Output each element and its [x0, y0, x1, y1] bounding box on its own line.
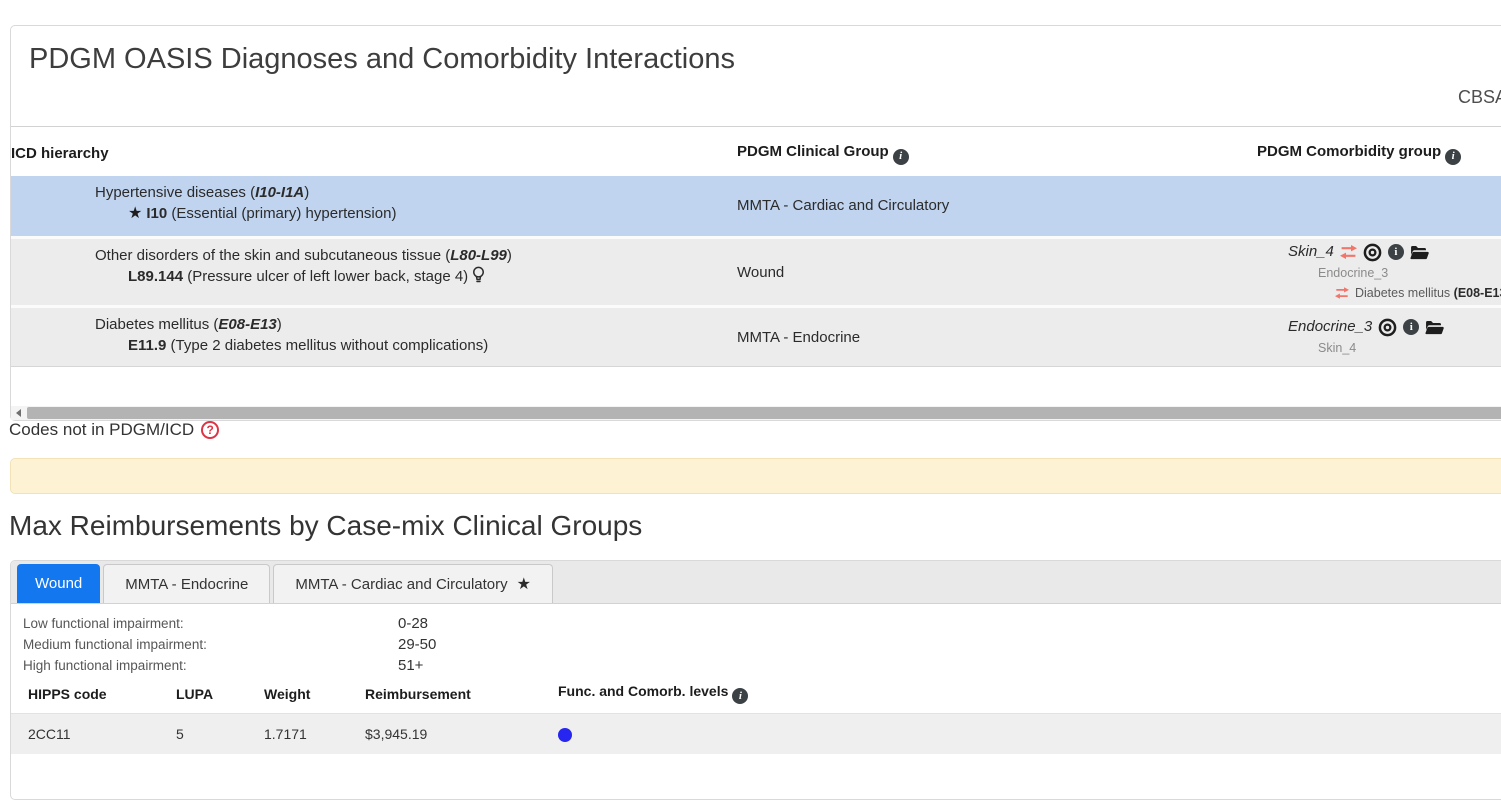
comorbidity-cell: Endocrine_3 i Skin_4	[1257, 307, 1501, 367]
tab-mmta-endocrine[interactable]: MMTA - Endocrine	[103, 564, 270, 603]
icd-range-code: E08-E13	[218, 316, 276, 333]
diagnosis-row-hypertension[interactable]: Hypertensive diseases (I10-I1A) ★I10 (Es…	[11, 176, 1501, 238]
comorbidity-cell: Skin_4 i Endocrine_3 Diabetes mellitus (…	[1257, 238, 1501, 307]
question-circle-icon[interactable]: ?	[201, 421, 219, 439]
icd-code-line: ★I10 (Essential (primary) hypertension)	[11, 203, 737, 224]
column-header-weight: Weight	[264, 673, 365, 714]
reimbursement-cell: $3,945.19	[365, 714, 558, 754]
column-header-comorbidity-group: PDGM Comorbidity groupi	[1257, 127, 1501, 176]
levels-cell	[558, 714, 1501, 754]
icd-description: (Type 2 diabetes mellitus without compli…	[166, 337, 488, 354]
reimbursement-table: HIPPS code LUPA Weight Reimbursement Fun…	[11, 673, 1501, 754]
scrollbar-thumb[interactable]	[27, 407, 1501, 419]
info-icon[interactable]: i	[1445, 149, 1461, 165]
icd-range-code: I10-I1A	[255, 184, 304, 201]
reimbursements-title: Max Reimbursements by Case-mix Clinical …	[9, 510, 642, 542]
scroll-left-arrow-icon	[16, 409, 21, 417]
info-icon[interactable]: i	[732, 688, 748, 704]
hipps-code-cell: 2CC11	[11, 714, 176, 754]
info-icon[interactable]: i	[1388, 244, 1404, 260]
scroll-left-button[interactable]	[11, 406, 26, 420]
diagnoses-card: PDGM OASIS Diagnoses and Comorbidity Int…	[10, 25, 1501, 421]
icd-code: L89.144	[128, 268, 183, 285]
comorbidity-secondary-group: Endocrine_3	[1257, 263, 1501, 283]
codes-not-in-pdgm-note: Codes not in PDGM/ICD ?	[9, 420, 219, 440]
icd-code-line: L89.144 (Pressure ulcer of left lower ba…	[11, 266, 737, 290]
tab-wound[interactable]: Wound	[17, 564, 100, 603]
interaction-diagnosis: Diabetes mellitus	[1355, 286, 1454, 300]
eye-icon[interactable]	[1378, 318, 1397, 337]
info-icon[interactable]: i	[1403, 319, 1419, 335]
icd-hierarchy-label: Diabetes mellitus (E08-E13)	[11, 314, 737, 335]
diagnoses-table: ICD hierarchy PDGM Clinical Groupi PDGM …	[11, 126, 1501, 367]
clinical-group-cell: MMTA - Endocrine	[737, 307, 1257, 367]
codes-note-label: Codes not in PDGM/ICD	[9, 420, 194, 440]
comorbidity-primary-line: Endocrine_3 i	[1257, 316, 1501, 338]
weight-cell: 1.7171	[264, 714, 365, 754]
icd-code-line: E11.9 (Type 2 diabetes mellitus without …	[11, 335, 737, 356]
clinical-group-cell: Wound	[737, 238, 1257, 307]
cbsa-label: CBSA	[1458, 87, 1501, 108]
folder-open-icon[interactable]	[1410, 245, 1429, 260]
reimbursement-table-header: HIPPS code LUPA Weight Reimbursement Fun…	[11, 673, 1501, 714]
primary-diagnosis-star-icon: ★	[517, 574, 531, 594]
column-header-levels: Func. and Comorb. levelsi	[558, 673, 1501, 714]
clinical-group-tabs: Wound MMTA - Endocrine MMTA - Cardiac an…	[11, 561, 1501, 604]
eye-icon[interactable]	[1363, 243, 1382, 262]
icd-hierarchy-label: Hypertensive diseases (I10-I1A)	[11, 182, 737, 203]
page-title: PDGM OASIS Diagnoses and Comorbidity Int…	[29, 43, 735, 76]
reimbursement-row: 2CC11 5 1.7171 $3,945.19	[11, 714, 1501, 754]
comorbidity-interaction-line: Diabetes mellitus (E08-E13)	[1257, 283, 1501, 303]
comorbidity-group-name: Endocrine_3	[1288, 316, 1372, 338]
icd-code: I10	[146, 205, 167, 222]
icd-description: (Essential (primary) hypertension)	[167, 205, 396, 222]
lightbulb-icon[interactable]	[472, 266, 485, 290]
info-icon[interactable]: i	[893, 149, 909, 165]
interaction-code-range: (E08-E13)	[1454, 286, 1501, 300]
impairment-row-medium: Medium functional impairment: 29-50	[23, 634, 436, 655]
impairment-levels-list: Low functional impairment: 0-28 Medium f…	[23, 613, 436, 676]
column-header-reimbursement: Reimbursement	[365, 673, 558, 714]
icd-hierarchy-label: Other disorders of the skin and subcutan…	[11, 245, 737, 266]
diagnosis-row-diabetes[interactable]: Diabetes mellitus (E08-E13) E11.9 (Type …	[11, 307, 1501, 367]
folder-open-icon[interactable]	[1425, 320, 1444, 335]
icd-code: E11.9	[128, 337, 166, 354]
icd-description: (Pressure ulcer of left lower back, stag…	[183, 268, 468, 285]
interaction-swap-icon	[1340, 245, 1357, 259]
warning-alert-bar	[10, 458, 1501, 494]
interaction-swap-icon	[1335, 287, 1349, 299]
primary-diagnosis-star-icon: ★	[128, 205, 142, 222]
lupa-cell: 5	[176, 714, 264, 754]
comorbidity-cell	[1257, 176, 1501, 238]
impairment-row-low: Low functional impairment: 0-28	[23, 613, 436, 634]
column-header-lupa: LUPA	[176, 673, 264, 714]
comorbidity-primary-line: Skin_4 i	[1257, 241, 1501, 263]
comorbidity-secondary-group: Skin_4	[1257, 338, 1501, 358]
column-header-clinical-group: PDGM Clinical Groupi	[737, 127, 1257, 176]
clinical-group-cell: MMTA - Cardiac and Circulatory	[737, 176, 1257, 238]
icd-range-code: L80-L99	[450, 247, 507, 264]
horizontal-scrollbar[interactable]	[11, 406, 1501, 420]
tab-mmta-cardiac[interactable]: MMTA - Cardiac and Circulatory ★	[273, 564, 553, 603]
diagnoses-table-header: ICD hierarchy PDGM Clinical Groupi PDGM …	[11, 127, 1501, 176]
diagnosis-row-skin[interactable]: Other disorders of the skin and subcutan…	[11, 238, 1501, 307]
column-header-icd: ICD hierarchy	[11, 127, 737, 176]
column-header-hipps: HIPPS code	[11, 673, 176, 714]
comorbidity-group-name: Skin_4	[1288, 241, 1334, 263]
reimbursements-card: Wound MMTA - Endocrine MMTA - Cardiac an…	[10, 560, 1501, 800]
